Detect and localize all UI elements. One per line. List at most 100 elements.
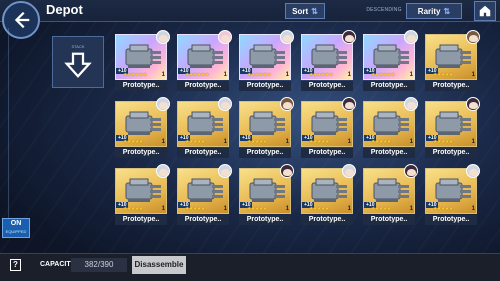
gun-turret-icon bbox=[432, 40, 472, 70]
card-stars: ★★★★★ bbox=[247, 139, 267, 145]
card-stars: ★★★★★★ bbox=[371, 72, 395, 78]
gun-turret-icon bbox=[246, 107, 286, 137]
card-count: 1 bbox=[223, 72, 227, 78]
equipment-card[interactable]: +10 ★★★★★ 1 Prototype.. bbox=[425, 30, 480, 91]
equipped-by-avatar bbox=[466, 97, 480, 111]
home-button[interactable] bbox=[474, 1, 496, 21]
card-name: Prototype.. bbox=[425, 215, 477, 225]
equipped-by-avatar bbox=[404, 97, 418, 111]
equipped-by-avatar bbox=[218, 164, 232, 178]
equipment-card[interactable]: +10 ★★★★★ 1 Prototype.. bbox=[425, 164, 480, 225]
gun-turret-icon bbox=[432, 107, 472, 137]
card-count: 1 bbox=[347, 139, 351, 145]
equipped-by-avatar bbox=[404, 164, 418, 178]
equipment-card[interactable]: +10 ★★★★★ 1 Prototype.. bbox=[363, 97, 418, 158]
gun-turret-icon bbox=[122, 107, 162, 137]
card-count: 1 bbox=[223, 139, 227, 145]
equipment-card[interactable]: +10 ★★★★★ 1 Prototype.. bbox=[177, 97, 232, 158]
card-stars: ★★★★★ bbox=[371, 206, 391, 212]
rarity-label: Rarity bbox=[417, 6, 441, 16]
equipment-card[interactable]: +10 ★★★★★ 1 Prototype.. bbox=[115, 97, 170, 158]
equipment-card[interactable]: +10 ★★★★★ 1 Prototype.. bbox=[363, 164, 418, 225]
page-title: Depot bbox=[46, 2, 83, 17]
equipped-by-avatar bbox=[466, 30, 480, 44]
card-count: 1 bbox=[409, 139, 413, 145]
equipment-card[interactable]: +10 ★★★★★★ 1 Prototype.. bbox=[115, 30, 170, 91]
sort-order-icon: ⇅ bbox=[311, 6, 318, 16]
card-count: 1 bbox=[161, 206, 165, 212]
card-name: Prototype.. bbox=[177, 215, 229, 225]
equipped-toggle[interactable]: ON EQUIPPED bbox=[2, 218, 30, 238]
equipment-card[interactable]: +10 ★★★★★★ 1 Prototype.. bbox=[239, 30, 294, 91]
card-count: 1 bbox=[285, 206, 289, 212]
equipment-card[interactable]: +10 ★★★★★ 1 Prototype.. bbox=[115, 164, 170, 225]
card-stars: ★★★★★ bbox=[433, 139, 453, 145]
equipped-by-avatar bbox=[280, 97, 294, 111]
equipped-by-avatar bbox=[404, 30, 418, 44]
equipment-card[interactable]: +10 ★★★★★ 1 Prototype.. bbox=[301, 97, 356, 158]
card-name: Prototype.. bbox=[301, 148, 353, 158]
gun-turret-icon bbox=[308, 174, 348, 204]
gun-turret-icon bbox=[122, 40, 162, 70]
down-arrow-icon bbox=[64, 52, 92, 78]
equipment-card[interactable]: +10 ★★★★★★ 1 Prototype.. bbox=[363, 30, 418, 91]
collapse-stack-button[interactable]: STACK bbox=[52, 36, 104, 88]
equipped-by-avatar bbox=[156, 164, 170, 178]
gun-turret-icon bbox=[184, 174, 224, 204]
gun-turret-icon bbox=[432, 174, 472, 204]
card-stars: ★★★★★★ bbox=[123, 72, 147, 78]
capacity-label: CAPACITY bbox=[40, 261, 76, 268]
disassemble-button[interactable]: Disassemble bbox=[132, 256, 186, 274]
card-name: Prototype.. bbox=[177, 81, 229, 91]
gun-turret-icon bbox=[246, 174, 286, 204]
card-stars: ★★★★★ bbox=[433, 206, 453, 212]
equipped-toggle-label: EQUIPPED bbox=[5, 229, 27, 234]
card-stars: ★★★★★ bbox=[371, 139, 391, 145]
card-stars: ★★★★★★ bbox=[309, 72, 333, 78]
sort-label: Sort bbox=[292, 6, 309, 16]
card-stars: ★★★★★ bbox=[433, 72, 453, 78]
card-count: 1 bbox=[471, 139, 475, 145]
card-count: 1 bbox=[347, 72, 351, 78]
gun-turret-icon bbox=[370, 40, 410, 70]
card-stars: ★★★★★ bbox=[185, 206, 205, 212]
card-name: Prototype.. bbox=[425, 148, 477, 158]
home-icon bbox=[479, 5, 491, 17]
rarity-filter-button[interactable]: Rarity ⇅ bbox=[406, 3, 462, 19]
equipment-card[interactable]: +10 ★★★★★ 1 Prototype.. bbox=[425, 97, 480, 158]
help-button[interactable]: ? bbox=[10, 259, 21, 271]
card-count: 1 bbox=[471, 72, 475, 78]
card-count: 1 bbox=[285, 139, 289, 145]
equipped-by-avatar bbox=[218, 30, 232, 44]
equipped-by-avatar bbox=[156, 30, 170, 44]
card-count: 1 bbox=[347, 206, 351, 212]
equipment-card[interactable]: +10 ★★★★★★ 1 Prototype.. bbox=[301, 30, 356, 91]
card-stars: ★★★★★ bbox=[123, 139, 143, 145]
card-count: 1 bbox=[223, 206, 227, 212]
card-stars: ★★★★★ bbox=[247, 206, 267, 212]
descending-toggle[interactable]: DESCENDING bbox=[364, 1, 404, 19]
card-stars: ★★★★★ bbox=[123, 206, 143, 212]
gun-turret-icon bbox=[246, 40, 286, 70]
gun-turret-icon bbox=[122, 174, 162, 204]
card-name: Prototype.. bbox=[239, 81, 291, 91]
card-stars: ★★★★★★ bbox=[185, 72, 209, 78]
equipment-card[interactable]: +10 ★★★★★ 1 Prototype.. bbox=[239, 164, 294, 225]
equipment-card[interactable]: +10 ★★★★★ 1 Prototype.. bbox=[301, 164, 356, 225]
card-name: Prototype.. bbox=[363, 215, 415, 225]
equipment-card[interactable]: +10 ★★★★★★ 1 Prototype.. bbox=[177, 30, 232, 91]
card-count: 1 bbox=[471, 206, 475, 212]
sort-button[interactable]: Sort ⇅ bbox=[285, 3, 325, 19]
card-stars: ★★★★★ bbox=[309, 139, 329, 145]
gun-turret-icon bbox=[308, 107, 348, 137]
card-name: Prototype.. bbox=[363, 148, 415, 158]
equipped-toggle-state: ON bbox=[10, 220, 22, 227]
card-stars: ★★★★★★ bbox=[247, 72, 271, 78]
equipment-card[interactable]: +10 ★★★★★ 1 Prototype.. bbox=[239, 97, 294, 158]
card-name: Prototype.. bbox=[239, 148, 291, 158]
card-count: 1 bbox=[409, 206, 413, 212]
equipped-by-avatar bbox=[342, 164, 356, 178]
equipment-card[interactable]: +10 ★★★★★ 1 Prototype.. bbox=[177, 164, 232, 225]
card-count: 1 bbox=[161, 72, 165, 78]
card-name: Prototype.. bbox=[115, 81, 167, 91]
